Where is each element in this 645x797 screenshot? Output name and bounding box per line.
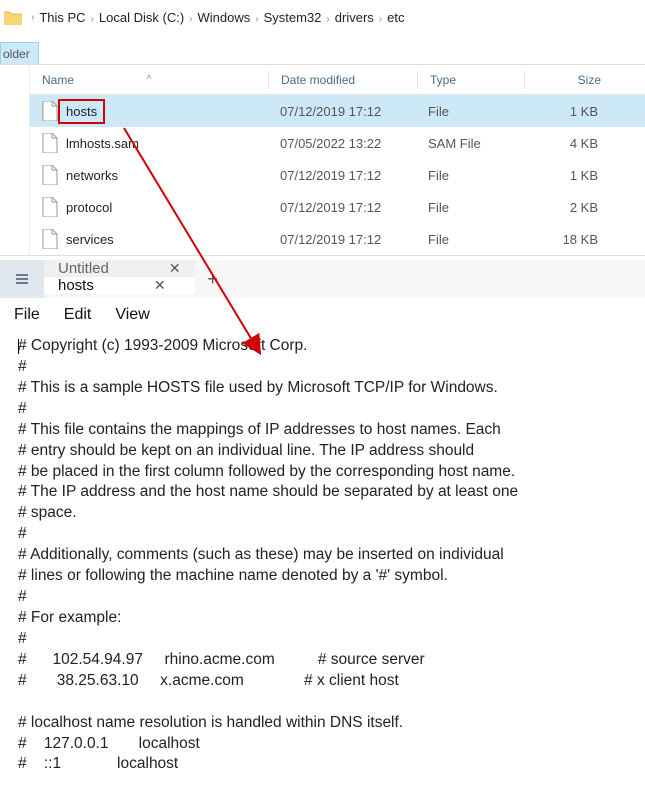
editor-line: # be placed in the first column followed… xyxy=(18,462,631,483)
menu-item-view[interactable]: View xyxy=(115,306,149,324)
close-icon[interactable]: ✕ xyxy=(169,260,181,277)
editor-line: # xyxy=(18,629,631,650)
menu-item-edit[interactable]: Edit xyxy=(64,306,92,324)
file-date: 07/12/2019 17:12 xyxy=(268,168,416,183)
chevron-right-icon[interactable]: › xyxy=(31,12,34,23)
file-icon xyxy=(42,197,58,217)
breadcrumb-segment[interactable]: Windows xyxy=(198,10,251,25)
editor-line: # xyxy=(18,357,631,378)
editor-line: # ::1 localhost xyxy=(18,754,631,775)
editor-content[interactable]: # Copyright (c) 1993-2009 Microsoft Corp… xyxy=(0,334,645,795)
menu-item-file[interactable]: File xyxy=(14,306,40,324)
editor-line: # xyxy=(18,524,631,545)
editor-line: # This file contains the mappings of IP … xyxy=(18,420,631,441)
file-name: hosts xyxy=(62,103,101,120)
column-header-row: ˄ Name Date modified Type Size xyxy=(30,65,645,95)
new-tab-button[interactable]: + xyxy=(195,260,231,298)
breadcrumb-segment[interactable]: System32 xyxy=(264,10,322,25)
editor-line: # xyxy=(18,399,631,420)
folder-icon xyxy=(4,10,22,25)
tab[interactable]: hosts ✕ xyxy=(44,277,195,294)
column-header-size[interactable]: Size xyxy=(525,73,625,87)
file-icon xyxy=(42,133,58,153)
file-date: 07/12/2019 17:12 xyxy=(268,104,416,119)
column-header-type[interactable]: Type xyxy=(418,73,524,87)
tab-title: hosts xyxy=(58,277,94,294)
ribbon-button[interactable]: older xyxy=(0,42,39,64)
tab[interactable]: Untitled ✕ xyxy=(44,260,195,277)
file-size: 1 KB xyxy=(522,168,622,183)
close-icon[interactable]: ✕ xyxy=(154,277,166,294)
editor-line xyxy=(18,692,631,713)
menu-bar: File Edit View xyxy=(0,298,645,334)
file-name: protocol xyxy=(66,200,112,215)
column-header-date[interactable]: Date modified xyxy=(269,73,417,87)
editor-line: # xyxy=(18,587,631,608)
breadcrumb-segment[interactable]: etc xyxy=(387,10,404,25)
editor-line: # 38.25.63.10 x.acme.com # x client host xyxy=(18,671,631,692)
table-row[interactable]: hosts 07/12/2019 17:12File1 KB xyxy=(30,95,645,127)
table-row[interactable]: lmhosts.sam 07/05/2022 13:22SAM File4 KB xyxy=(30,127,645,159)
file-icon xyxy=(42,165,58,185)
tree-panel[interactable] xyxy=(0,65,30,255)
editor-line: # Copyright (c) 1993-2009 Microsoft Corp… xyxy=(18,336,631,357)
file-date: 07/12/2019 17:12 xyxy=(268,232,416,247)
file-date: 07/12/2019 17:12 xyxy=(268,200,416,215)
file-size: 4 KB xyxy=(522,136,622,151)
editor-line: # Additionally, comments (such as these)… xyxy=(18,545,631,566)
editor-line: # localhost name resolution is handled w… xyxy=(18,713,631,734)
chevron-right-icon[interactable]: › xyxy=(379,14,382,25)
chevron-right-icon[interactable]: › xyxy=(91,14,94,25)
editor-line: # space. xyxy=(18,503,631,524)
file-date: 07/05/2022 13:22 xyxy=(268,136,416,151)
breadcrumb-segment[interactable]: Local Disk (C:) xyxy=(99,10,184,25)
breadcrumb-segment[interactable]: drivers xyxy=(335,10,374,25)
tab-bar: Untitled ✕ hosts ✕ + xyxy=(0,260,645,298)
tab-title: Untitled xyxy=(58,260,109,277)
file-icon xyxy=(42,229,58,249)
file-icon xyxy=(42,101,58,121)
chevron-right-icon[interactable]: › xyxy=(326,14,329,25)
table-row[interactable]: protocol 07/12/2019 17:12File2 KB xyxy=(30,191,645,223)
chevron-right-icon[interactable]: › xyxy=(255,14,258,25)
notepad-window: Untitled ✕ hosts ✕ + File Edit View # Copyrig… xyxy=(0,260,645,795)
ribbon-row: older xyxy=(0,35,645,65)
editor-line: # This is a sample HOSTS file used by Mi… xyxy=(18,378,631,399)
menu-icon xyxy=(16,274,28,284)
table-row[interactable]: services 07/12/2019 17:12File18 KB xyxy=(30,223,645,255)
editor-line: # The IP address and the host name shoul… xyxy=(18,482,631,503)
file-type: File xyxy=(416,200,522,215)
file-size: 2 KB xyxy=(522,200,622,215)
file-size: 1 KB xyxy=(522,104,622,119)
file-type: File xyxy=(416,104,522,119)
editor-line: # For example: xyxy=(18,608,631,629)
editor-line: # lines or following the machine name de… xyxy=(18,566,631,587)
file-name: lmhosts.sam xyxy=(66,136,139,151)
editor-line: # 127.0.0.1 localhost xyxy=(18,734,631,755)
file-type: SAM File xyxy=(416,136,522,151)
file-size: 18 KB xyxy=(522,232,622,247)
table-row[interactable]: networks 07/12/2019 17:12File1 KB xyxy=(30,159,645,191)
editor-line: # entry should be kept on an individual … xyxy=(18,441,631,462)
file-list-panel: ˄ Name Date modified Type Size hosts 07/1… xyxy=(30,65,645,255)
file-type: File xyxy=(416,168,522,183)
file-name: services xyxy=(66,232,114,247)
editor-line: # 102.54.94.97 rhino.acme.com # source s… xyxy=(18,650,631,671)
file-type: File xyxy=(416,232,522,247)
sort-ascending-icon: ˄ xyxy=(146,72,151,82)
tab-handle[interactable] xyxy=(0,260,44,298)
file-explorer-window: › This PC › Local Disk (C:) › Windows › System… xyxy=(0,0,645,256)
file-name: networks xyxy=(66,168,118,183)
chevron-right-icon[interactable]: › xyxy=(189,14,192,25)
breadcrumb-segment[interactable]: This PC xyxy=(39,10,85,25)
column-header-name[interactable]: ˄ Name xyxy=(30,73,268,87)
breadcrumb-bar[interactable]: › This PC › Local Disk (C:) › Windows › System… xyxy=(0,0,645,35)
